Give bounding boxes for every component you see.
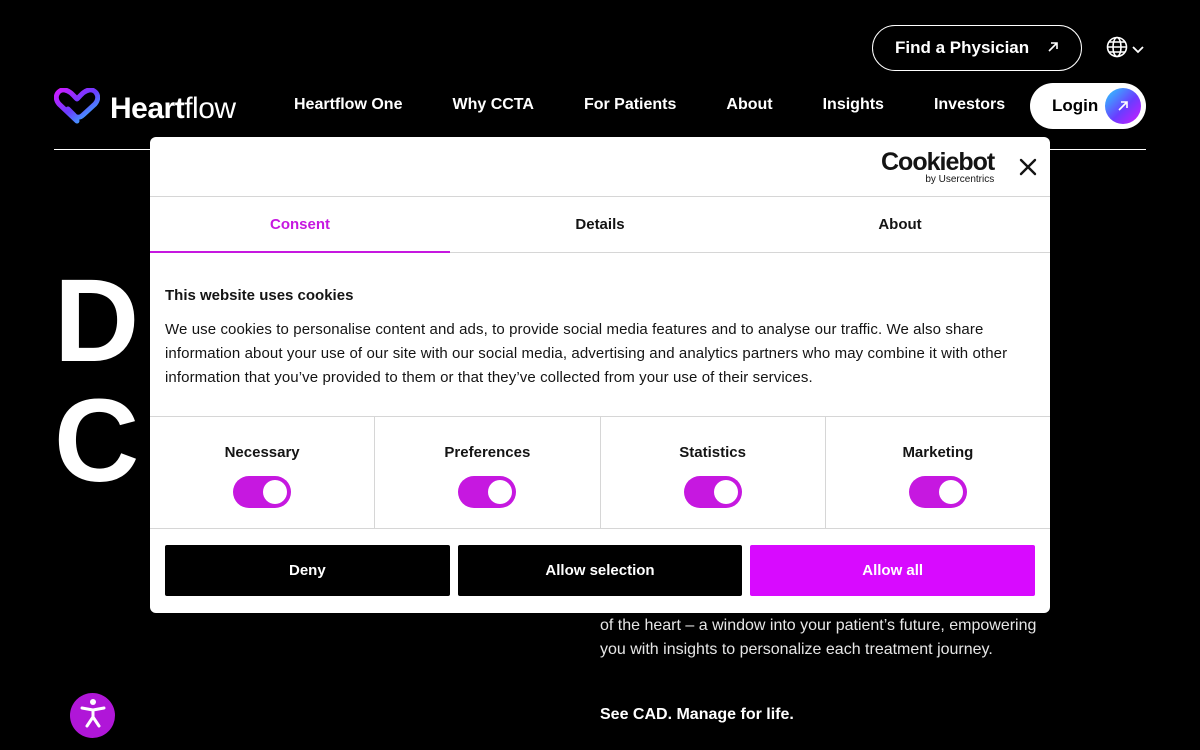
nav-item-heartflow-one[interactable]: Heartflow One	[294, 96, 402, 114]
accessibility-icon	[79, 698, 107, 733]
hero-heading-line-1: D	[54, 255, 140, 387]
arrow-up-right-icon	[1047, 40, 1059, 56]
nav-item-about[interactable]: About	[726, 96, 772, 114]
main-nav: Heartflow One Why CCTA For Patients Abou…	[294, 96, 1005, 114]
tab-about[interactable]: About	[750, 197, 1050, 252]
heart-logo-icon	[53, 87, 101, 129]
find-physician-label: Find a Physician	[895, 38, 1030, 57]
globe-icon	[1106, 36, 1128, 63]
toggle-knob	[263, 480, 288, 504]
necessary-toggle[interactable]	[233, 476, 292, 508]
cookie-categories: Necessary Preferences Statistics Marketi…	[150, 417, 1050, 529]
toggle-knob	[488, 480, 513, 504]
consent-text: We use cookies to personalise content an…	[165, 321, 1008, 386]
category-label: Statistics	[679, 444, 746, 461]
login-label: Login	[1052, 96, 1099, 115]
category-label: Necessary	[224, 444, 300, 461]
accessibility-button[interactable]	[70, 693, 115, 738]
nav-item-for-patients[interactable]: For Patients	[584, 96, 676, 114]
login-button[interactable]: Login	[1030, 83, 1146, 129]
dialog-tabs: Consent Details About	[150, 197, 1050, 253]
hero-heading-line-2: C	[54, 375, 140, 507]
chevron-down-icon	[1132, 41, 1144, 59]
consent-heading: This website uses cookies	[165, 287, 354, 304]
nav-item-why-ccta[interactable]: Why CCTA	[452, 96, 533, 114]
category-marketing: Marketing	[826, 417, 1050, 528]
marketing-toggle[interactable]	[908, 476, 967, 508]
category-statistics: Statistics	[601, 417, 826, 528]
preferences-toggle[interactable]	[458, 476, 517, 508]
cookiebot-logo: Cookiebot by Usercentrics	[881, 148, 995, 186]
logo-wordmark: Heartflow	[110, 91, 236, 125]
tab-consent[interactable]: Consent	[150, 197, 450, 253]
nav-item-investors[interactable]: Investors	[934, 96, 1005, 114]
category-preferences: Preferences	[375, 417, 601, 528]
category-label: Preferences	[444, 444, 531, 461]
statistics-toggle[interactable]	[683, 476, 742, 508]
heartflow-logo[interactable]: Heartflow	[53, 87, 236, 129]
hero-paragraph: of the heart – a window into your patien…	[600, 617, 1037, 658]
consent-body: This website uses cookies We use cookies…	[150, 253, 1050, 417]
toggle-knob	[938, 480, 963, 504]
nav-item-insights[interactable]: Insights	[823, 96, 884, 114]
find-physician-button[interactable]: Find a Physician	[872, 25, 1082, 71]
tab-details[interactable]: Details	[450, 197, 750, 252]
allow-all-button[interactable]: Allow all	[750, 545, 1036, 596]
category-necessary: Necessary	[150, 417, 376, 528]
allow-selection-button[interactable]: Allow selection	[457, 545, 743, 596]
dialog-header: Cookiebot by Usercentrics	[150, 137, 1050, 197]
deny-button[interactable]: Deny	[165, 545, 450, 596]
toggle-knob	[713, 480, 738, 504]
consent-buttons: Deny Allow selection Allow all	[150, 529, 1050, 596]
hero-tagline: See CAD. Manage for life.	[600, 706, 794, 723]
close-icon[interactable]	[1018, 157, 1038, 177]
cookie-consent-dialog: Cookiebot by Usercentrics Consent Detail…	[150, 137, 1050, 613]
category-label: Marketing	[902, 444, 974, 461]
language-selector[interactable]	[1106, 36, 1144, 63]
arrow-up-right-icon	[1105, 88, 1141, 124]
